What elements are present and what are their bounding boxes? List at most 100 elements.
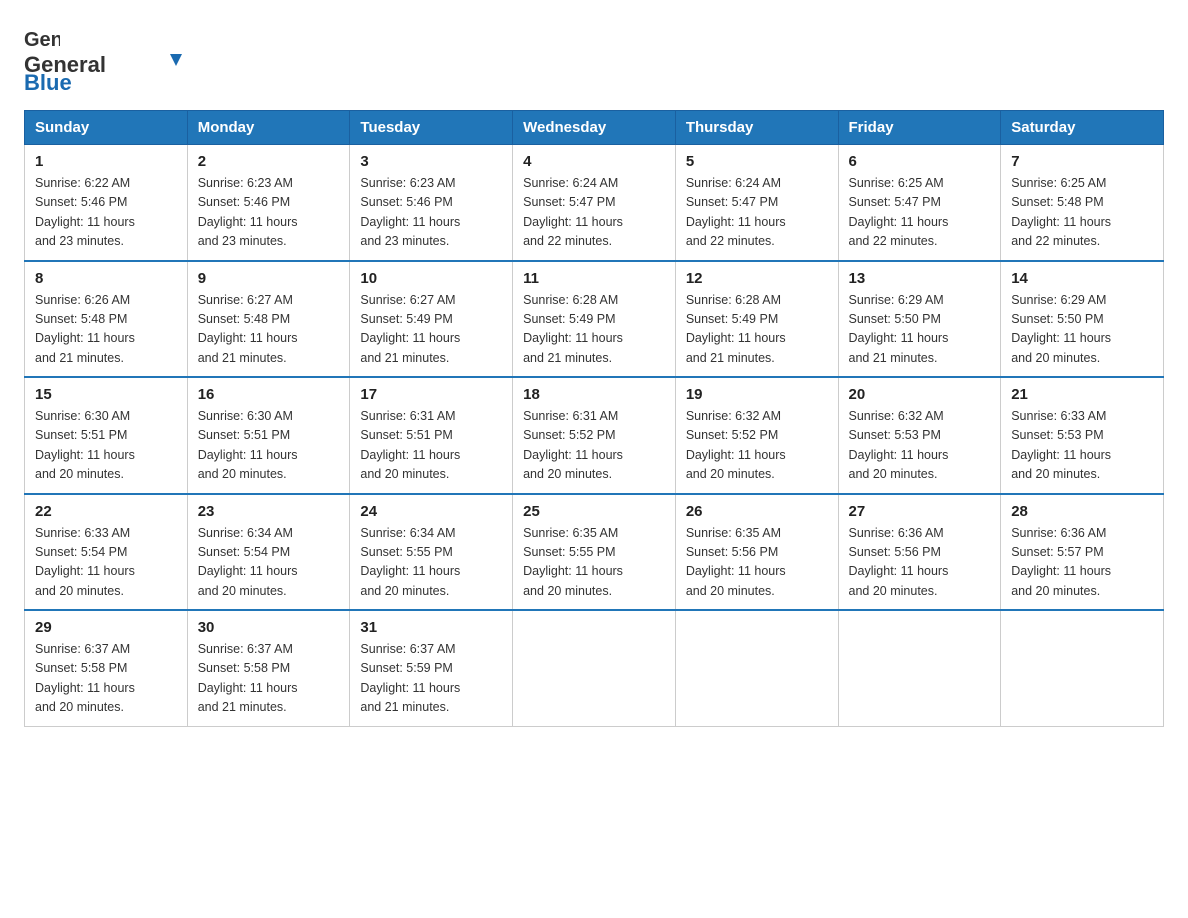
day-info: Sunrise: 6:29 AMSunset: 5:50 PMDaylight:… xyxy=(849,291,991,369)
day-number: 27 xyxy=(849,503,991,520)
calendar-cell: 12 Sunrise: 6:28 AMSunset: 5:49 PMDaylig… xyxy=(675,261,838,378)
calendar-cell: 15 Sunrise: 6:30 AMSunset: 5:51 PMDaylig… xyxy=(25,377,188,494)
day-header-sunday: Sunday xyxy=(25,111,188,145)
calendar-week-5: 29 Sunrise: 6:37 AMSunset: 5:58 PMDaylig… xyxy=(25,610,1164,726)
day-info: Sunrise: 6:28 AMSunset: 5:49 PMDaylight:… xyxy=(686,291,828,369)
day-info: Sunrise: 6:31 AMSunset: 5:51 PMDaylight:… xyxy=(360,407,502,485)
calendar-cell: 2 Sunrise: 6:23 AMSunset: 5:46 PMDayligh… xyxy=(187,145,350,261)
calendar-cell: 22 Sunrise: 6:33 AMSunset: 5:54 PMDaylig… xyxy=(25,494,188,611)
day-info: Sunrise: 6:37 AMSunset: 5:58 PMDaylight:… xyxy=(35,640,177,718)
day-info: Sunrise: 6:28 AMSunset: 5:49 PMDaylight:… xyxy=(523,291,665,369)
calendar-cell: 26 Sunrise: 6:35 AMSunset: 5:56 PMDaylig… xyxy=(675,494,838,611)
day-info: Sunrise: 6:30 AMSunset: 5:51 PMDaylight:… xyxy=(198,407,340,485)
calendar-cell: 6 Sunrise: 6:25 AMSunset: 5:47 PMDayligh… xyxy=(838,145,1001,261)
calendar-cell: 25 Sunrise: 6:35 AMSunset: 5:55 PMDaylig… xyxy=(513,494,676,611)
calendar-cell: 19 Sunrise: 6:32 AMSunset: 5:52 PMDaylig… xyxy=(675,377,838,494)
calendar-cell xyxy=(838,610,1001,726)
calendar-cell: 9 Sunrise: 6:27 AMSunset: 5:48 PMDayligh… xyxy=(187,261,350,378)
calendar-week-2: 8 Sunrise: 6:26 AMSunset: 5:48 PMDayligh… xyxy=(25,261,1164,378)
calendar-week-3: 15 Sunrise: 6:30 AMSunset: 5:51 PMDaylig… xyxy=(25,377,1164,494)
day-header-monday: Monday xyxy=(187,111,350,145)
day-number: 20 xyxy=(849,386,991,403)
day-info: Sunrise: 6:25 AMSunset: 5:47 PMDaylight:… xyxy=(849,174,991,252)
day-number: 22 xyxy=(35,503,177,520)
calendar-cell: 27 Sunrise: 6:36 AMSunset: 5:56 PMDaylig… xyxy=(838,494,1001,611)
day-number: 14 xyxy=(1011,270,1153,287)
calendar-cell: 18 Sunrise: 6:31 AMSunset: 5:52 PMDaylig… xyxy=(513,377,676,494)
day-number: 24 xyxy=(360,503,502,520)
day-number: 28 xyxy=(1011,503,1153,520)
calendar-cell: 28 Sunrise: 6:36 AMSunset: 5:57 PMDaylig… xyxy=(1001,494,1164,611)
calendar-cell: 20 Sunrise: 6:32 AMSunset: 5:53 PMDaylig… xyxy=(838,377,1001,494)
calendar-week-1: 1 Sunrise: 6:22 AMSunset: 5:46 PMDayligh… xyxy=(25,145,1164,261)
day-number: 26 xyxy=(686,503,828,520)
day-number: 25 xyxy=(523,503,665,520)
day-number: 3 xyxy=(360,153,502,170)
calendar-week-4: 22 Sunrise: 6:33 AMSunset: 5:54 PMDaylig… xyxy=(25,494,1164,611)
day-info: Sunrise: 6:26 AMSunset: 5:48 PMDaylight:… xyxy=(35,291,177,369)
calendar-cell xyxy=(675,610,838,726)
day-header-friday: Friday xyxy=(838,111,1001,145)
day-header-thursday: Thursday xyxy=(675,111,838,145)
calendar-cell: 29 Sunrise: 6:37 AMSunset: 5:58 PMDaylig… xyxy=(25,610,188,726)
day-number: 21 xyxy=(1011,386,1153,403)
day-info: Sunrise: 6:34 AMSunset: 5:54 PMDaylight:… xyxy=(198,524,340,602)
day-info: Sunrise: 6:31 AMSunset: 5:52 PMDaylight:… xyxy=(523,407,665,485)
day-info: Sunrise: 6:35 AMSunset: 5:55 PMDaylight:… xyxy=(523,524,665,602)
calendar-cell: 11 Sunrise: 6:28 AMSunset: 5:49 PMDaylig… xyxy=(513,261,676,378)
day-number: 13 xyxy=(849,270,991,287)
day-info: Sunrise: 6:22 AMSunset: 5:46 PMDaylight:… xyxy=(35,174,177,252)
day-number: 8 xyxy=(35,270,177,287)
day-info: Sunrise: 6:33 AMSunset: 5:53 PMDaylight:… xyxy=(1011,407,1153,485)
day-number: 11 xyxy=(523,270,665,287)
calendar-cell: 16 Sunrise: 6:30 AMSunset: 5:51 PMDaylig… xyxy=(187,377,350,494)
calendar-header-row: SundayMondayTuesdayWednesdayThursdayFrid… xyxy=(25,111,1164,145)
day-number: 18 xyxy=(523,386,665,403)
calendar-cell: 17 Sunrise: 6:31 AMSunset: 5:51 PMDaylig… xyxy=(350,377,513,494)
day-info: Sunrise: 6:30 AMSunset: 5:51 PMDaylight:… xyxy=(35,407,177,485)
day-info: Sunrise: 6:24 AMSunset: 5:47 PMDaylight:… xyxy=(686,174,828,252)
day-info: Sunrise: 6:36 AMSunset: 5:56 PMDaylight:… xyxy=(849,524,991,602)
day-number: 30 xyxy=(198,619,340,636)
svg-text:Blue: Blue xyxy=(24,70,72,90)
calendar-cell: 7 Sunrise: 6:25 AMSunset: 5:48 PMDayligh… xyxy=(1001,145,1164,261)
day-number: 5 xyxy=(686,153,828,170)
calendar-cell xyxy=(1001,610,1164,726)
day-number: 6 xyxy=(849,153,991,170)
calendar-table: SundayMondayTuesdayWednesdayThursdayFrid… xyxy=(24,110,1164,727)
calendar-cell: 3 Sunrise: 6:23 AMSunset: 5:46 PMDayligh… xyxy=(350,145,513,261)
day-number: 23 xyxy=(198,503,340,520)
day-info: Sunrise: 6:33 AMSunset: 5:54 PMDaylight:… xyxy=(35,524,177,602)
calendar-cell: 14 Sunrise: 6:29 AMSunset: 5:50 PMDaylig… xyxy=(1001,261,1164,378)
calendar-cell: 31 Sunrise: 6:37 AMSunset: 5:59 PMDaylig… xyxy=(350,610,513,726)
day-header-saturday: Saturday xyxy=(1001,111,1164,145)
day-info: Sunrise: 6:23 AMSunset: 5:46 PMDaylight:… xyxy=(360,174,502,252)
logo: General General Blue xyxy=(24,24,204,90)
day-info: Sunrise: 6:24 AMSunset: 5:47 PMDaylight:… xyxy=(523,174,665,252)
day-number: 16 xyxy=(198,386,340,403)
calendar-cell: 4 Sunrise: 6:24 AMSunset: 5:47 PMDayligh… xyxy=(513,145,676,261)
calendar-cell: 23 Sunrise: 6:34 AMSunset: 5:54 PMDaylig… xyxy=(187,494,350,611)
day-number: 1 xyxy=(35,153,177,170)
day-number: 19 xyxy=(686,386,828,403)
day-info: Sunrise: 6:32 AMSunset: 5:53 PMDaylight:… xyxy=(849,407,991,485)
calendar-cell: 1 Sunrise: 6:22 AMSunset: 5:46 PMDayligh… xyxy=(25,145,188,261)
calendar-cell: 13 Sunrise: 6:29 AMSunset: 5:50 PMDaylig… xyxy=(838,261,1001,378)
calendar-cell: 30 Sunrise: 6:37 AMSunset: 5:58 PMDaylig… xyxy=(187,610,350,726)
calendar-cell xyxy=(513,610,676,726)
calendar-cell: 8 Sunrise: 6:26 AMSunset: 5:48 PMDayligh… xyxy=(25,261,188,378)
calendar-cell: 24 Sunrise: 6:34 AMSunset: 5:55 PMDaylig… xyxy=(350,494,513,611)
day-info: Sunrise: 6:37 AMSunset: 5:58 PMDaylight:… xyxy=(198,640,340,718)
day-header-wednesday: Wednesday xyxy=(513,111,676,145)
day-info: Sunrise: 6:37 AMSunset: 5:59 PMDaylight:… xyxy=(360,640,502,718)
calendar-cell: 5 Sunrise: 6:24 AMSunset: 5:47 PMDayligh… xyxy=(675,145,838,261)
day-number: 29 xyxy=(35,619,177,636)
svg-text:General: General xyxy=(24,29,60,51)
day-number: 17 xyxy=(360,386,502,403)
day-info: Sunrise: 6:29 AMSunset: 5:50 PMDaylight:… xyxy=(1011,291,1153,369)
day-number: 10 xyxy=(360,270,502,287)
day-info: Sunrise: 6:27 AMSunset: 5:48 PMDaylight:… xyxy=(198,291,340,369)
day-info: Sunrise: 6:23 AMSunset: 5:46 PMDaylight:… xyxy=(198,174,340,252)
page-header: General General Blue xyxy=(24,24,1164,90)
day-info: Sunrise: 6:36 AMSunset: 5:57 PMDaylight:… xyxy=(1011,524,1153,602)
